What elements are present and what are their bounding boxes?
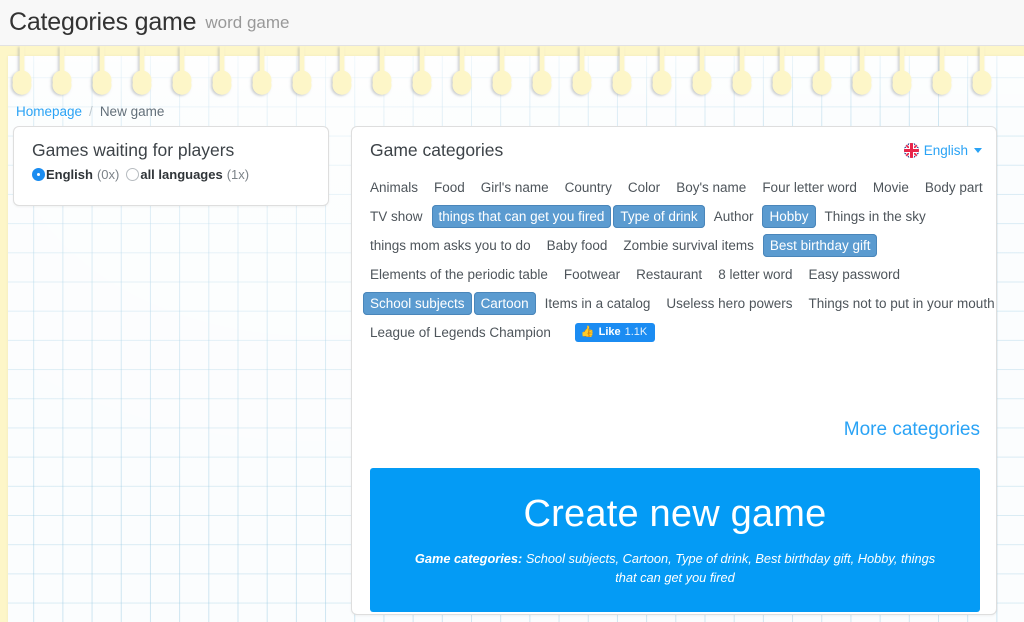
game-categories-header: Game categories English	[352, 127, 996, 169]
game-categories-panel: Game categories English Animals Food Gir…	[351, 126, 997, 615]
page-title: Categories game	[9, 8, 197, 36]
language-select-label: English	[923, 143, 968, 158]
category-tag[interactable]: Elements of the periodic table	[363, 263, 555, 286]
create-new-game-subtitle-value: School subjects, Cartoon, Type of drink,…	[525, 551, 936, 585]
category-tag[interactable]: Movie	[866, 176, 916, 199]
category-tag[interactable]: Restaurant	[629, 263, 709, 286]
tag-row: Elements of the periodic table Footwear …	[360, 260, 990, 289]
category-tag[interactable]: Items in a catalog	[538, 292, 658, 315]
facebook-like-count: 1.1K	[624, 326, 648, 338]
more-categories-link[interactable]: More categories	[844, 419, 980, 441]
language-select-dropdown[interactable]: English	[903, 143, 982, 158]
category-tag[interactable]: Useless hero powers	[659, 292, 799, 315]
tag-row: Animals Food Girl's name Country Color B…	[360, 173, 990, 202]
category-tag[interactable]: Things not to put in your mouth	[801, 292, 1001, 315]
category-tag[interactable]: 8 letter word	[711, 263, 799, 286]
page-subtitle: word game	[205, 12, 290, 32]
facebook-like-label: Like	[598, 326, 621, 338]
category-tag-selected[interactable]: School subjects	[363, 292, 472, 315]
category-tag[interactable]: Country	[558, 176, 619, 199]
category-tag[interactable]: TV show	[363, 205, 430, 228]
category-tag[interactable]: Author	[707, 205, 761, 228]
chevron-down-icon	[974, 148, 982, 153]
radio-option-all-languages[interactable]: all languages (1x)	[126, 167, 249, 182]
category-tag-selected[interactable]: Type of drink	[613, 205, 705, 228]
radio-count-all-languages: (1x)	[226, 167, 250, 182]
games-waiting-panel: Games waiting for players English (0x) a…	[13, 126, 329, 206]
category-tag[interactable]: Zombie survival items	[616, 234, 761, 257]
create-new-game-title: Create new game	[523, 493, 827, 535]
category-tag-cloud: Animals Food Girl's name Country Color B…	[360, 173, 995, 347]
radio-count-english: (0x)	[96, 167, 120, 182]
category-tag[interactable]: things mom asks you to do	[363, 234, 538, 257]
tag-row: TV show things that can get you fired Ty…	[360, 202, 990, 231]
category-tag[interactable]: Four letter word	[755, 176, 864, 199]
radio-label-all-languages: all languages	[140, 167, 223, 182]
category-tag[interactable]: Color	[621, 176, 667, 199]
category-tag[interactable]: Footwear	[557, 263, 627, 286]
game-categories-title: Game categories	[370, 140, 504, 160]
app-header: Categories game word game	[0, 0, 1024, 46]
category-tag-selected[interactable]: Hobby	[762, 205, 816, 228]
category-tag[interactable]: Easy password	[801, 263, 907, 286]
breadcrumb-current-new-game: New game	[99, 104, 165, 119]
category-tag-selected[interactable]: Cartoon	[473, 292, 536, 315]
create-new-game-subtitle-label: Game categories:	[414, 551, 523, 566]
breadcrumb-link-homepage[interactable]: Homepage	[16, 104, 82, 119]
facebook-like-button[interactable]: 👍 Like 1.1K	[574, 323, 656, 342]
create-new-game-subtitle: Game categories: School subjects, Cartoo…	[370, 536, 980, 587]
category-tag-selected[interactable]: things that can get you fired	[431, 205, 612, 228]
radio-option-english[interactable]: English (0x)	[32, 167, 119, 182]
breadcrumb: Homepage / New game	[16, 104, 164, 119]
language-filter-radio-group: English (0x) all languages (1x)	[32, 167, 328, 182]
category-tag[interactable]: Boy's name	[669, 176, 753, 199]
union-jack-flag-icon	[903, 143, 919, 158]
notepad-page: Homepage / New game Games waiting for pl…	[0, 46, 1024, 622]
category-tag[interactable]: Baby food	[540, 234, 615, 257]
radio-button-all-languages-icon[interactable]	[126, 168, 140, 181]
radio-label-english: English	[46, 167, 93, 182]
category-tag[interactable]: Food	[427, 176, 472, 199]
tag-row: things mom asks you to do Baby food Zomb…	[360, 231, 990, 260]
category-tag[interactable]: Girl's name	[474, 176, 556, 199]
thumbs-up-icon: 👍	[580, 326, 595, 338]
radio-button-english-icon[interactable]	[32, 168, 45, 181]
category-tag[interactable]: League of Legends Champion	[363, 321, 558, 344]
games-waiting-title: Games waiting for players	[32, 140, 235, 160]
create-new-game-button[interactable]: Create new game Game categories: School …	[370, 468, 980, 612]
tag-row: League of Legends Champion 👍 Like 1.1K	[360, 318, 990, 347]
category-tag[interactable]: Body part	[918, 176, 990, 199]
category-tag-selected[interactable]: Best birthday gift	[762, 234, 878, 257]
tag-row: School subjects Cartoon Items in a catal…	[360, 289, 995, 318]
category-tag[interactable]: Things in the sky	[818, 205, 933, 228]
breadcrumb-separator: /	[89, 104, 93, 119]
category-tag[interactable]: Animals	[363, 176, 425, 199]
